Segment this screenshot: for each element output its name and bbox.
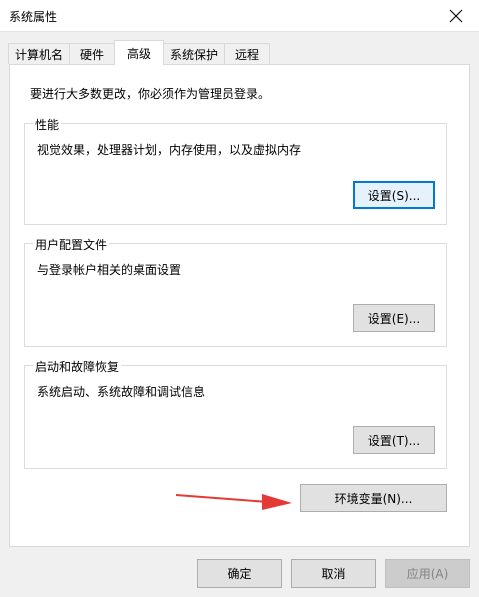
startup-recovery-group: 启动和故障恢复 系统启动、系统故障和调试信息 设置(T)... bbox=[24, 358, 447, 469]
cancel-button[interactable]: 取消 bbox=[291, 559, 376, 588]
red-arrow-annotation bbox=[175, 494, 292, 510]
tab-advanced[interactable]: 高级 bbox=[114, 40, 164, 65]
apply-button[interactable]: 应用(A) bbox=[385, 559, 470, 588]
environment-variables-button[interactable]: 环境变量(N)... bbox=[300, 484, 447, 512]
close-icon bbox=[449, 9, 463, 22]
tab-system-protection[interactable]: 系统保护 bbox=[163, 43, 225, 64]
performance-group: 性能 视觉效果，处理器计划，内存使用，以及虚拟内存 设置(S)... bbox=[24, 116, 447, 225]
title-bar: 系统属性 bbox=[0, 0, 479, 32]
user-profiles-description: 与登录帐户相关的桌面设置 bbox=[37, 263, 182, 277]
close-button[interactable] bbox=[433, 0, 479, 31]
user-profiles-legend: 用户配置文件 bbox=[33, 236, 110, 253]
window-title: 系统属性 bbox=[9, 10, 58, 24]
performance-description: 视觉效果，处理器计划，内存使用，以及虚拟内存 bbox=[37, 143, 302, 157]
startup-recovery-legend: 启动和故障恢复 bbox=[33, 358, 122, 375]
ok-button[interactable]: 确定 bbox=[197, 559, 282, 588]
tab-computer-name[interactable]: 计算机名 bbox=[8, 43, 70, 64]
user-profiles-group: 用户配置文件 与登录帐户相关的桌面设置 设置(E)... bbox=[24, 236, 447, 347]
startup-recovery-description: 系统启动、系统故障和调试信息 bbox=[37, 385, 206, 399]
tab-remote[interactable]: 远程 bbox=[224, 43, 270, 64]
tab-hardware[interactable]: 硬件 bbox=[69, 43, 115, 64]
admin-notice: 要进行大多数更改，你必须作为管理员登录。 bbox=[30, 87, 271, 101]
advanced-panel: 要进行大多数更改，你必须作为管理员登录。 性能 视觉效果，处理器计划，内存使用，… bbox=[9, 64, 470, 547]
performance-settings-button[interactable]: 设置(S)... bbox=[353, 181, 435, 209]
tab-strip: 计算机名 硬件 高级 系统保护 远程 bbox=[8, 40, 470, 65]
performance-legend: 性能 bbox=[33, 116, 62, 133]
startup-recovery-settings-button[interactable]: 设置(T)... bbox=[353, 426, 435, 454]
user-profiles-settings-button[interactable]: 设置(E)... bbox=[353, 304, 435, 332]
